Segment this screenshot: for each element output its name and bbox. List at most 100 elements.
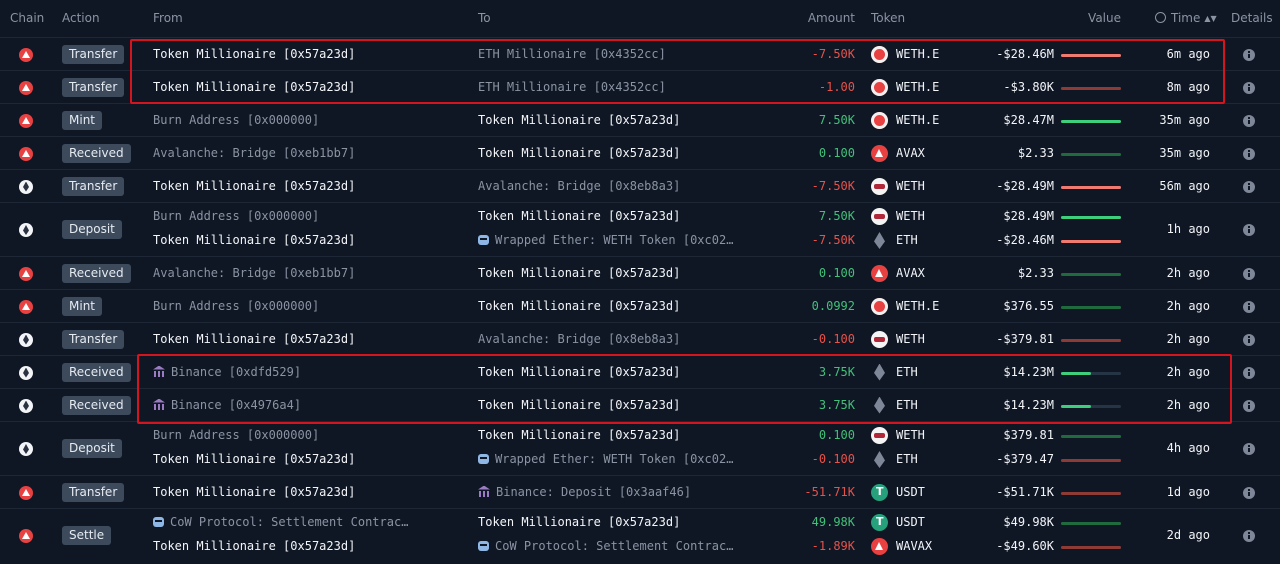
amount: -1.00 [818,79,855,94]
table-row[interactable]: Mint Burn Address [0x000000] Token Million… [0,289,1280,323]
details-info-icon[interactable] [1243,366,1255,379]
amount: 0.100 [818,265,855,280]
to-address-link[interactable]: Avalanche: Bridge [0x8eb8a3] [478,179,680,193]
value-bar [1061,522,1121,525]
from-address-link[interactable]: Token Millionaire [0x57a23d] [153,332,355,346]
from-address-link[interactable]: Avalanche: Bridge [0xeb1bb7] [153,266,355,280]
token-symbol[interactable]: AVAX [896,266,925,280]
details-info-icon[interactable] [1243,48,1255,61]
to-address-link[interactable]: Token Millionaire [0x57a23d] [478,266,680,280]
token-symbol[interactable]: WETH.E [896,47,939,61]
table-row[interactable]: Received Binance [0xdfd529] Token Milliona… [0,355,1280,389]
from-address-link[interactable]: Token Millionaire [0x57a23d] [153,539,355,553]
table-row[interactable]: Received Avalanche: Bridge [0xeb1bb7] Toke… [0,136,1280,170]
to-address-link[interactable]: CoW Protocol: Settlement Contrac… [478,539,733,553]
token-symbol[interactable]: WETH [896,428,925,442]
table-row[interactable]: Deposit Burn Address [0x000000] Token Mill… [0,421,1280,476]
token-symbol[interactable]: ETH [896,398,918,412]
contract-robot-icon [153,517,164,527]
token-symbol[interactable]: USDT [896,515,925,529]
to-address-link[interactable]: Token Millionaire [0x57a23d] [478,428,680,442]
token-symbol[interactable]: WETH [896,179,925,193]
from-address-link[interactable]: Token Millionaire [0x57a23d] [153,233,355,247]
table-row[interactable]: Settle CoW Protocol: Settlement Contrac… T… [0,508,1280,563]
token-symbol[interactable]: WETH [896,209,925,223]
from-address-link[interactable]: CoW Protocol: Settlement Contrac… [153,515,408,529]
token-symbol[interactable]: ETH [896,452,918,466]
to-address-link[interactable]: Token Millionaire [0x57a23d] [478,299,680,313]
from-address-link[interactable]: Burn Address [0x000000] [153,428,319,442]
table-row[interactable]: Transfer Token Millionaire [0x57a23d] Aval… [0,169,1280,203]
from-address-text: Token Millionaire [0x57a23d] [153,484,356,499]
to-address-link[interactable]: Token Millionaire [0x57a23d] [478,365,680,379]
from-address-link[interactable]: Token Millionaire [0x57a23d] [153,179,355,193]
details-info-icon[interactable] [1243,399,1255,412]
table-row[interactable]: Deposit Burn Address [0x000000] Token Mill… [0,202,1280,257]
token-symbol[interactable]: WETH.E [896,80,939,94]
table-row[interactable]: Received Binance [0x4976a4] Token Milliona… [0,388,1280,422]
from-address-link[interactable]: Token Millionaire [0x57a23d] [153,80,355,94]
value-bar [1061,119,1121,123]
to-address-link[interactable]: Token Millionaire [0x57a23d] [478,515,680,529]
to-address-link[interactable]: Token Millionaire [0x57a23d] [478,113,680,127]
amount: 0.0992 [811,298,855,313]
to-address-link[interactable]: Wrapped Ether: WETH Token [0xc02… [478,452,733,466]
amount: -0.100 [811,452,855,466]
value-bar-fill [1061,435,1121,438]
from-address-link[interactable]: Token Millionaire [0x57a23d] [153,452,355,466]
to-address-text: Token Millionaire [0x57a23d] [478,428,681,442]
details-info-icon[interactable] [1243,486,1255,499]
token-symbol[interactable]: ETH [896,233,918,247]
from-address-link[interactable]: Token Millionaire [0x57a23d] [153,47,355,61]
table-row[interactable]: Transfer Token Millionaire [0x57a23d] Bina… [0,475,1280,509]
amount: 0.100 [818,428,855,442]
to-address-link[interactable]: Binance: Deposit [0x3aaf46] [478,485,691,499]
from-address-link[interactable]: Burn Address [0x000000] [153,209,319,223]
details-info-icon[interactable] [1243,300,1255,313]
token-symbol[interactable]: WETH [896,332,925,346]
to-address-link[interactable]: Token Millionaire [0x57a23d] [478,146,680,160]
details-info-icon[interactable] [1243,530,1255,542]
token-symbol[interactable]: WETH.E [896,299,939,313]
token-symbol[interactable]: WETH.E [896,113,939,127]
table-row[interactable]: Mint Burn Address [0x000000] Token Million… [0,103,1280,137]
details-info-icon[interactable] [1243,333,1255,346]
to-address-text: Wrapped Ether: WETH Token [0xc02… [495,452,734,466]
header-time-sort[interactable]: Time ▲▼ [1155,11,1217,25]
time-ago: 35m ago [1159,112,1210,127]
details-info-icon[interactable] [1243,114,1255,127]
time-ago: 1d ago [1166,484,1210,499]
details-info-icon[interactable] [1243,267,1255,280]
table-row[interactable]: Received Avalanche: Bridge [0xeb1bb7] Toke… [0,256,1280,290]
details-info-icon[interactable] [1243,224,1255,236]
to-address-link[interactable]: ETH Millionaire [0x4352cc] [478,47,666,61]
table-row[interactable]: Transfer Token Millionaire [0x57a23d] ETH … [0,70,1280,104]
action-badge: Deposit [62,220,122,239]
value-bar-fill [1061,53,1121,57]
details-info-icon[interactable] [1243,147,1255,160]
details-info-icon[interactable] [1243,81,1255,94]
from-address-link[interactable]: Token Millionaire [0x57a23d] [153,485,355,499]
token-symbol[interactable]: AVAX [896,146,925,160]
from-address-link[interactable]: Burn Address [0x000000] [153,299,319,313]
to-address-link[interactable]: Avalanche: Bridge [0x8eb8a3] [478,332,680,346]
token-symbol[interactable]: USDT [896,485,925,499]
table-row[interactable]: Transfer Token Millionaire [0x57a23d] Aval… [0,322,1280,356]
from-address-text: CoW Protocol: Settlement Contrac… [170,515,409,529]
details-info-icon[interactable] [1243,443,1255,455]
from-address-link[interactable]: Avalanche: Bridge [0xeb1bb7] [153,146,355,160]
to-address-link[interactable]: ETH Millionaire [0x4352cc] [478,80,666,94]
to-address-link[interactable]: Token Millionaire [0x57a23d] [478,209,680,223]
to-address-link[interactable]: Wrapped Ether: WETH Token [0xc02… [478,233,733,247]
token-symbol[interactable]: WAVAX [896,539,932,553]
value-bar-fill [1061,272,1121,276]
from-address-link[interactable]: Binance [0x4976a4] [153,398,301,412]
to-address-link[interactable]: Token Millionaire [0x57a23d] [478,398,680,412]
from-address-link[interactable]: Burn Address [0x000000] [153,113,319,127]
from-address-link[interactable]: Binance [0xdfd529] [153,365,301,379]
time-ago: 6m ago [1166,46,1210,61]
details-info-icon[interactable] [1243,180,1255,193]
token-symbol[interactable]: ETH [896,365,918,379]
table-row[interactable]: Transfer Token Millionaire [0x57a23d] ETH … [0,37,1280,71]
usd-value: -$28.49M [996,178,1054,193]
